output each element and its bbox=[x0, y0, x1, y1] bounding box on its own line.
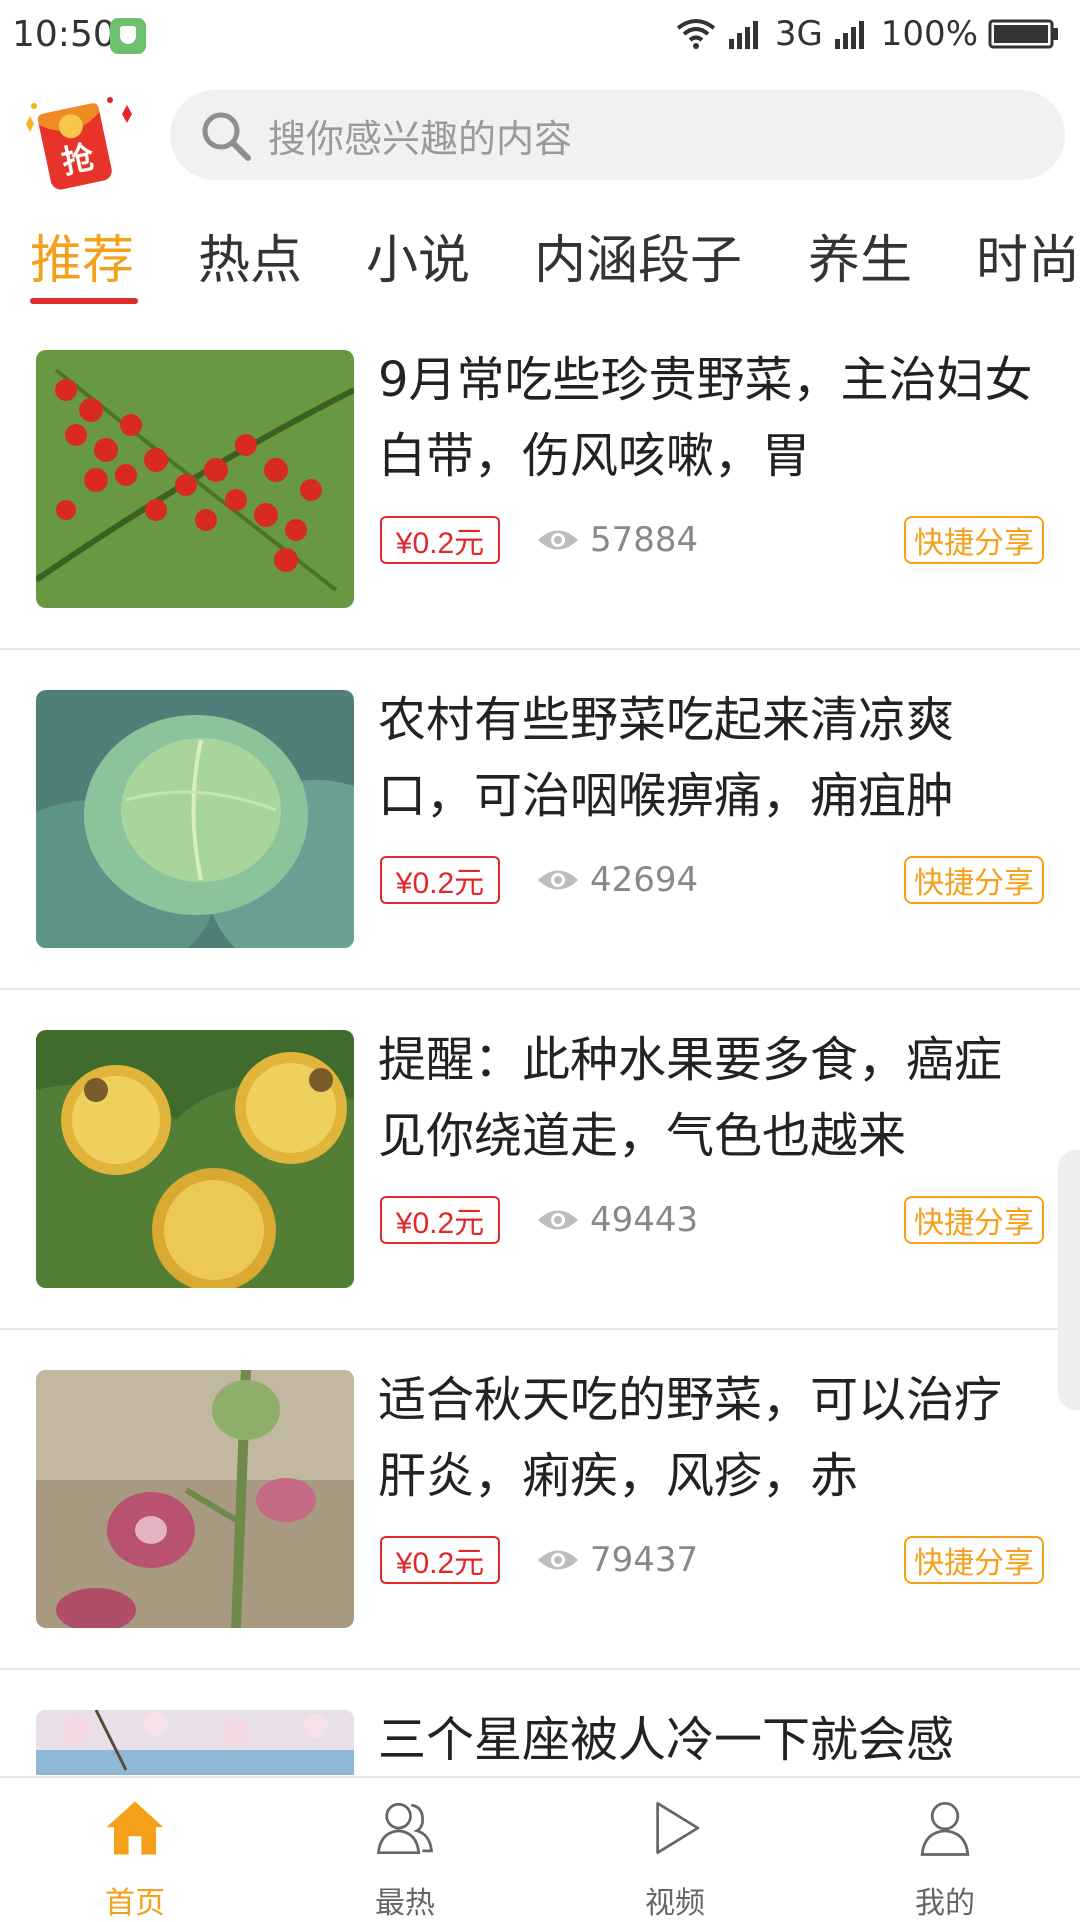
tab-hot[interactable]: 热点 bbox=[198, 218, 302, 293]
view-count-value: 79437 bbox=[590, 1540, 699, 1580]
network-type: 3G bbox=[774, 14, 823, 54]
bottom-navigation: 首页 最热 视频 我的 bbox=[0, 1776, 1080, 1922]
view-count: 57884 bbox=[536, 516, 698, 564]
article-title[interactable]: 农村有些野菜吃起来清凉爽口，可治咽喉痹痛，痈疽肿 bbox=[378, 682, 1038, 834]
tab-recommend[interactable]: 推荐 bbox=[30, 218, 134, 293]
status-indicators: 3G 100% bbox=[675, 14, 1060, 54]
status-bar: 10:50 3G 100% bbox=[0, 0, 1080, 76]
article-item[interactable]: 适合秋天吃的野菜，可以治疗肝炎，痢疾，风疹，赤 ¥0.2元 79437 快捷分享 bbox=[0, 1330, 1080, 1670]
article-title[interactable]: 三个星座被人冷一下就会感 bbox=[378, 1702, 1038, 1775]
quick-share-button[interactable]: 快捷分享 bbox=[904, 516, 1044, 564]
article-thumbnail[interactable] bbox=[36, 350, 354, 608]
home-icon bbox=[106, 1801, 164, 1855]
article-thumbnail[interactable] bbox=[36, 1370, 354, 1628]
category-tabs: 推荐 热点 小说 内涵段子 养生 时尚 bbox=[0, 200, 1080, 310]
tab-jokes[interactable]: 内涵段子 bbox=[534, 218, 742, 293]
nav-label-hottest: 最热 bbox=[375, 1886, 435, 1921]
tab-health[interactable]: 养生 bbox=[808, 218, 912, 293]
nav-label-video: 视频 bbox=[645, 1886, 705, 1921]
eye-icon bbox=[538, 870, 578, 890]
search-bar[interactable]: 搜你感兴趣的内容 bbox=[170, 90, 1065, 180]
active-tab-indicator bbox=[30, 298, 138, 304]
eye-icon bbox=[538, 1550, 578, 1570]
quick-share-button[interactable]: 快捷分享 bbox=[904, 1536, 1044, 1584]
article-title[interactable]: 9月常吃些珍贵野菜，主治妇女白带，伤风咳嗽，胃 bbox=[378, 342, 1038, 494]
nav-mine[interactable]: 我的 bbox=[810, 1778, 1080, 1922]
article-thumbnail[interactable] bbox=[36, 690, 354, 948]
reward-badge: ¥0.2元 bbox=[380, 856, 500, 904]
view-count: 49443 bbox=[536, 1196, 698, 1244]
quick-share-button[interactable]: 快捷分享 bbox=[904, 1196, 1044, 1244]
quick-share-button[interactable]: 快捷分享 bbox=[904, 856, 1044, 904]
view-count-value: 42694 bbox=[590, 860, 699, 900]
article-item[interactable]: 农村有些野菜吃起来清凉爽口，可治咽喉痹痛，痈疽肿 ¥0.2元 42694 快捷分… bbox=[0, 650, 1080, 990]
article-item[interactable]: 9月常吃些珍贵野菜，主治妇女白带，伤风咳嗽，胃 ¥0.2元 57884 快捷分享 bbox=[0, 310, 1080, 650]
red-envelope-logo[interactable]: 抢 bbox=[14, 84, 144, 194]
nav-hottest[interactable]: 最热 bbox=[270, 1778, 540, 1922]
reward-badge: ¥0.2元 bbox=[380, 1196, 500, 1244]
eye-icon bbox=[538, 530, 578, 550]
view-count: 42694 bbox=[536, 856, 698, 904]
article-thumbnail[interactable] bbox=[36, 1710, 354, 1775]
eye-icon bbox=[538, 1210, 578, 1230]
user-icon bbox=[920, 1801, 970, 1856]
app-notification-icon bbox=[110, 18, 146, 54]
nav-label-mine: 我的 bbox=[915, 1886, 975, 1921]
nav-video[interactable]: 视频 bbox=[540, 1778, 810, 1922]
battery-icon bbox=[988, 19, 1058, 49]
article-item[interactable]: 三个星座被人冷一下就会感 bbox=[0, 1670, 1080, 1775]
view-count: 79437 bbox=[536, 1536, 698, 1584]
search-icon bbox=[202, 112, 251, 161]
article-title[interactable]: 适合秋天吃的野菜，可以治疗肝炎，痢疾，风疹，赤 bbox=[378, 1362, 1038, 1514]
article-thumbnail[interactable] bbox=[36, 1030, 354, 1288]
article-item[interactable]: 提醒：此种水果要多食，癌症见你绕道走，气色也越来 ¥0.2元 49443 快捷分… bbox=[0, 990, 1080, 1330]
status-time: 10:50 bbox=[12, 14, 116, 55]
tab-fashion[interactable]: 时尚 bbox=[976, 218, 1080, 293]
reward-badge: ¥0.2元 bbox=[380, 1536, 500, 1584]
battery-percent: 100% bbox=[880, 14, 978, 54]
nav-home[interactable]: 首页 bbox=[0, 1778, 270, 1922]
search-placeholder: 搜你感兴趣的内容 bbox=[268, 116, 573, 161]
side-drawer-handle[interactable] bbox=[1058, 1150, 1080, 1410]
signal-icon bbox=[728, 21, 758, 49]
signal-icon-2 bbox=[834, 21, 864, 49]
article-title[interactable]: 提醒：此种水果要多食，癌症见你绕道走，气色也越来 bbox=[378, 1022, 1038, 1174]
view-count-value: 57884 bbox=[590, 520, 699, 560]
wifi-icon bbox=[676, 19, 716, 49]
play-icon bbox=[656, 1801, 700, 1855]
users-icon bbox=[376, 1802, 434, 1855]
header: 抢 搜你感兴趣的内容 bbox=[0, 76, 1080, 190]
view-count-value: 49443 bbox=[590, 1200, 699, 1240]
article-feed[interactable]: 9月常吃些珍贵野菜，主治妇女白带，伤风咳嗽，胃 ¥0.2元 57884 快捷分享… bbox=[0, 310, 1080, 1775]
tab-novel[interactable]: 小说 bbox=[366, 218, 470, 293]
reward-badge: ¥0.2元 bbox=[380, 516, 500, 564]
nav-label-home: 首页 bbox=[105, 1886, 165, 1921]
